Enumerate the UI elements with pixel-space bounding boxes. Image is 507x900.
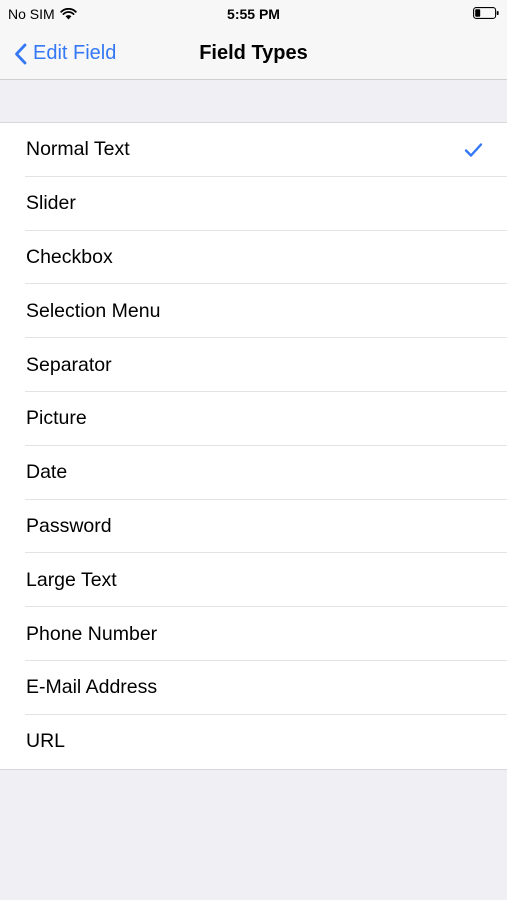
field-type-row[interactable]: Checkbox	[0, 231, 507, 285]
field-type-label: Picture	[26, 407, 87, 430]
navigation-bar: Edit Field Field Types	[0, 28, 507, 80]
field-type-row[interactable]: Separator	[0, 338, 507, 392]
field-type-label: Large Text	[26, 568, 117, 591]
status-bar: No SIM 5:55 PM	[0, 0, 507, 28]
field-type-row[interactable]: Picture	[0, 392, 507, 446]
field-type-row[interactable]: Normal Text	[0, 123, 507, 177]
field-type-row[interactable]: URL	[0, 715, 507, 769]
battery-icon	[473, 7, 499, 19]
field-type-label: Checkbox	[26, 245, 113, 268]
field-type-row[interactable]: Large Text	[0, 553, 507, 607]
field-type-row[interactable]: Password	[0, 500, 507, 554]
back-button-label: Edit Field	[33, 42, 117, 64]
field-type-label: Separator	[26, 353, 112, 376]
field-type-label: Phone Number	[26, 622, 158, 645]
field-type-row[interactable]: Phone Number	[0, 607, 507, 661]
field-type-row[interactable]: Date	[0, 446, 507, 500]
field-types-list: Normal Text Slider Checkbox Selection Menu S…	[0, 122, 507, 770]
chevron-left-icon	[15, 43, 27, 64]
field-type-label: E-Mail Address	[26, 676, 158, 699]
status-time: 5:55 PM	[227, 6, 280, 22]
field-type-row[interactable]: Selection Menu	[0, 284, 507, 338]
field-type-row[interactable]: E-Mail Address	[0, 661, 507, 715]
field-type-label: URL	[26, 730, 66, 753]
checkmark-icon	[464, 143, 483, 157]
field-type-label: Selection Menu	[26, 299, 161, 322]
field-type-row[interactable]: Slider	[0, 177, 507, 231]
field-type-label: Slider	[26, 192, 76, 215]
field-type-label: Normal Text	[26, 138, 130, 161]
field-type-label: Date	[26, 461, 68, 484]
field-type-label: Password	[26, 514, 112, 537]
back-button[interactable]: Edit Field	[14, 28, 116, 79]
